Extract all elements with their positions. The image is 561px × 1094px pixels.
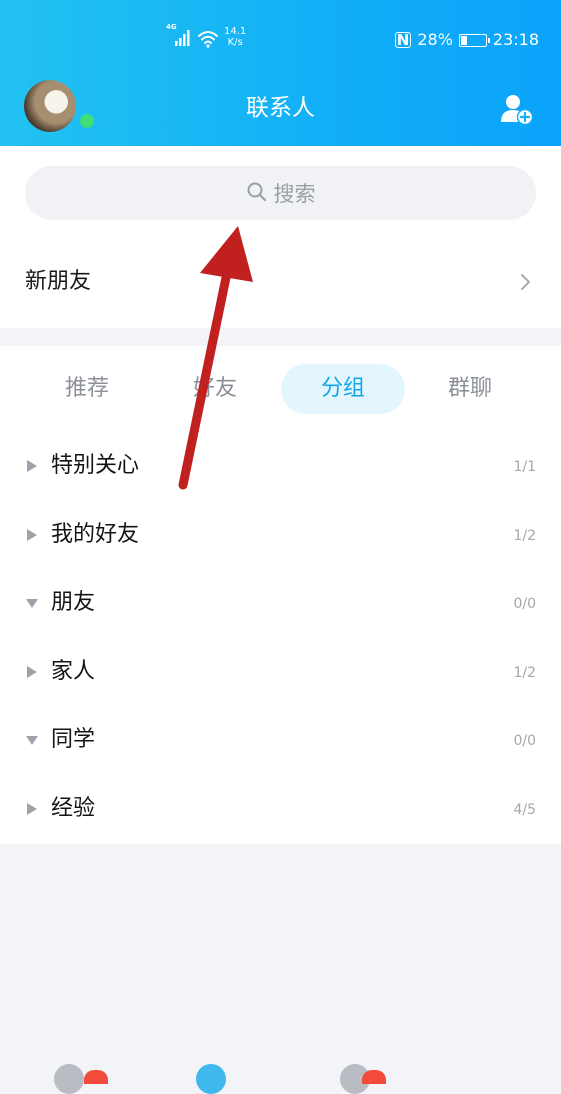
add-person-icon[interactable] xyxy=(500,92,534,126)
battery-percent: 28% xyxy=(417,30,453,49)
new-friends-label: 新朋友 xyxy=(25,269,92,294)
battery-level xyxy=(460,35,467,45)
triangle-right-icon xyxy=(27,460,37,472)
new-friends-row[interactable]: 新朋友 xyxy=(0,236,561,328)
page-title: 联系人 xyxy=(246,95,315,121)
tab-bar-contacts-icon[interactable] xyxy=(196,1064,226,1094)
search-icon xyxy=(247,182,266,202)
triangle-right-icon xyxy=(27,528,37,541)
signal-bars-icon xyxy=(175,30,190,46)
groups-panel: 推荐 好友 分组 群聊 特别关心 1/1 我的好友 1/2 朋友 0/0 家人 1/2 同学 0/… xyxy=(0,346,561,844)
tab-recommend[interactable]: 推荐 xyxy=(42,364,132,414)
status-left: 4G 14.1 K/s xyxy=(166,24,246,49)
wifi-icon xyxy=(198,31,218,48)
group-count: 1/2 xyxy=(513,664,536,681)
group-name: 家人 xyxy=(51,658,96,684)
tab-bar-messages-icon[interactable] xyxy=(54,1064,84,1094)
search-bar[interactable]: 搜索 xyxy=(25,166,536,220)
speed-value: 14.1 xyxy=(224,26,247,37)
contact-tabs: 推荐 好友 分组 群聊 xyxy=(0,364,561,414)
discover-badge xyxy=(362,1070,386,1084)
group-count: 0/0 xyxy=(513,733,536,750)
triangle-down-icon xyxy=(26,736,38,746)
status-bar: 4G 14.1 K/s N 28% 23:18 xyxy=(0,0,561,70)
group-row[interactable]: 特别关心 1/1 xyxy=(0,434,561,503)
group-list: 特别关心 1/1 我的好友 1/2 朋友 0/0 家人 1/2 同学 0/0 经验 4/5 xyxy=(0,434,561,846)
search-placeholder: 搜索 xyxy=(273,182,316,206)
status-right: N 28% 23:18 xyxy=(394,30,539,50)
chevron-right-icon xyxy=(521,274,530,290)
network-type: 4G xyxy=(166,23,177,31)
signal-icon: 4G xyxy=(166,24,192,48)
triangle-right-icon xyxy=(27,665,37,678)
triangle-down-icon xyxy=(26,599,38,609)
group-count: 1/1 xyxy=(513,459,536,475)
speed-unit: K/s xyxy=(227,37,243,48)
group-count: 0/0 xyxy=(513,596,536,613)
tab-friends[interactable]: 好友 xyxy=(170,364,260,414)
group-count: 1/2 xyxy=(513,527,536,544)
group-row[interactable]: 我的好友 1/2 xyxy=(0,503,561,572)
messages-badge xyxy=(84,1070,108,1084)
search-section: 搜索 xyxy=(0,146,561,236)
nfc-icon: N xyxy=(394,31,412,49)
group-name: 同学 xyxy=(51,727,96,753)
clock: 23:18 xyxy=(492,30,539,49)
group-row[interactable]: 朋友 0/0 xyxy=(0,571,561,640)
header: 4G 14.1 K/s N 28% 23:18 联系人 xyxy=(0,0,561,146)
group-row[interactable]: 同学 0/0 xyxy=(0,708,561,777)
group-row[interactable]: 家人 1/2 xyxy=(0,640,561,709)
group-name: 经验 xyxy=(51,795,96,821)
triangle-right-icon xyxy=(27,802,37,815)
group-row[interactable]: 经验 4/5 xyxy=(0,777,561,846)
network-speed: 14.1 K/s xyxy=(224,26,246,48)
group-count: 4/5 xyxy=(513,801,536,818)
tab-group-chats[interactable]: 群聊 xyxy=(425,364,515,414)
battery-icon xyxy=(458,33,490,47)
group-name: 我的好友 xyxy=(51,521,140,547)
group-name: 朋友 xyxy=(51,590,96,616)
tab-groups[interactable]: 分组 xyxy=(281,364,405,414)
group-name: 特别关心 xyxy=(51,453,140,478)
